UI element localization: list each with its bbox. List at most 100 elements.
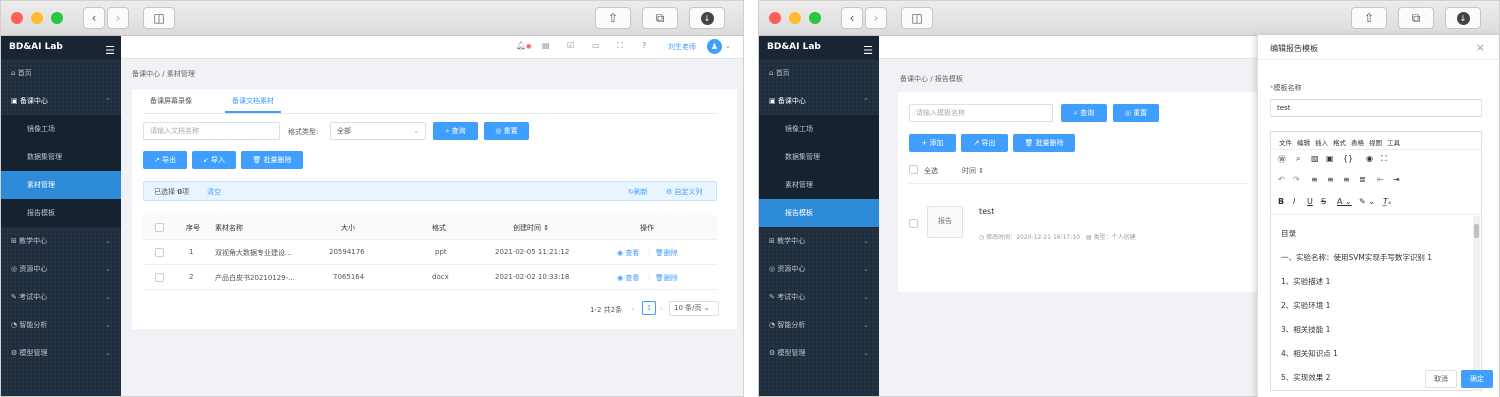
indent-icon[interactable]: ⇥ [1393, 175, 1400, 184]
sidebar-item-model[interactable]: ⚙ 模型管理 ⌄ [759, 339, 879, 367]
menu-insert[interactable]: 插入 [1315, 137, 1328, 147]
refresh-link[interactable]: ↻刷新 [628, 187, 648, 197]
sidebar-item-home[interactable]: ⌂ 首页 [759, 59, 879, 87]
align-right-icon[interactable]: ≡ [1343, 175, 1350, 184]
media-icon[interactable]: ▣ [1326, 154, 1334, 163]
custom-columns-link[interactable]: ⚙ 自定义列 [666, 187, 703, 197]
confirm-button[interactable]: 确定 [1461, 370, 1493, 388]
share-button[interactable]: ⇧ [1351, 7, 1387, 29]
sidebar-item-teaching[interactable]: ⊞ 教学中心 ⌄ [1, 227, 121, 255]
sidebar-item-home[interactable]: ⌂ 首页 [1, 59, 121, 87]
forward-button[interactable]: › [107, 7, 129, 29]
row-checkbox[interactable] [155, 273, 164, 282]
clear-link[interactable]: 清空 [207, 187, 221, 197]
import-button[interactable]: ↙ 导入 [192, 151, 236, 169]
tab-video[interactable]: 备课屏幕录像 [150, 96, 192, 106]
editor-content[interactable]: 目录 一、实验名称：使用SVM实现手写数字识别 1 1、实验描述 1 2、实验环… [1271, 216, 1473, 391]
underline-icon[interactable]: U [1307, 197, 1313, 206]
time-sort[interactable]: 时间 ⇕ [962, 166, 984, 176]
select-all-checkbox[interactable] [909, 165, 918, 174]
back-button[interactable]: ‹ [841, 7, 863, 29]
export-button[interactable]: ↗ 导出 [143, 151, 187, 169]
delete-link[interactable]: 🗑︎删除 [655, 273, 678, 283]
code-icon[interactable]: {} [1343, 154, 1353, 163]
bell-icon[interactable]: 🔔︎● [516, 41, 531, 50]
clear-format-icon[interactable]: T̲ₓ [1383, 197, 1391, 206]
minimize-window-button[interactable] [789, 12, 801, 24]
word-icon[interactable]: Ⓦ [1278, 154, 1286, 165]
sidebar-item-report[interactable]: 报告模板 [1, 199, 121, 227]
sidebar-item-exam[interactable]: ✎ 考试中心 ⌄ [759, 283, 879, 311]
search-icon[interactable]: ⌕ [1296, 154, 1300, 164]
batch-delete-button[interactable]: 🗑︎ 批量删除 [1013, 134, 1075, 152]
editor-scrollbar[interactable] [1473, 216, 1480, 391]
align-left-icon[interactable]: ≡ [1311, 175, 1318, 184]
sidebar-toggle-button[interactable]: ◫ [901, 7, 933, 29]
view-link[interactable]: ◉ 查看 [617, 248, 639, 258]
sidebar-item-prep[interactable]: ▣ 备课中心 ⌃ [1, 87, 121, 115]
download-button[interactable]: ↓ [1445, 7, 1481, 29]
export-button[interactable]: ↗ 导出 [961, 134, 1008, 152]
next-page-icon[interactable]: › [660, 305, 663, 313]
align-center-icon[interactable]: ≡ [1327, 175, 1334, 184]
add-button[interactable]: + 添加 [909, 134, 956, 152]
undo-icon[interactable]: ↶ [1278, 175, 1285, 184]
help-icon[interactable]: ? [642, 41, 646, 50]
strikethrough-icon[interactable]: S [1321, 197, 1326, 206]
zoom-window-button[interactable] [809, 12, 821, 24]
sidebar-item-material[interactable]: 素材管理 [759, 171, 879, 199]
outdent-icon[interactable]: ⇤ [1377, 175, 1384, 184]
batch-delete-button[interactable]: 🗑︎ 批量删除 [241, 151, 303, 169]
calendar-icon[interactable]: ▤ [542, 41, 550, 50]
share-button[interactable]: ⇧ [595, 7, 631, 29]
search-input[interactable]: 请输入模板名称 [909, 104, 1053, 122]
tabs-button[interactable]: ⧉ [1398, 7, 1434, 29]
sidebar-item-dataset[interactable]: 数据集管理 [1, 143, 121, 171]
close-window-button[interactable] [769, 12, 781, 24]
highlight-icon[interactable]: ✎ ⌄ [1359, 197, 1375, 206]
redo-icon[interactable]: ↷ [1293, 175, 1300, 184]
menu-tools[interactable]: 工具 [1387, 137, 1400, 147]
avatar[interactable]: ♟ [707, 39, 722, 54]
page-size-select[interactable]: 10 条/页 ⌄ [669, 301, 719, 316]
download-button[interactable]: ↓ [689, 7, 725, 29]
sidebar-item-mirror[interactable]: 镜像工场 [759, 115, 879, 143]
sidebar-item-prep[interactable]: ▣ 备课中心 ⌃ [759, 87, 879, 115]
prev-page-icon[interactable]: ‹ [631, 305, 634, 313]
sidebar-item-resource[interactable]: ◎ 资源中心 ⌄ [759, 255, 879, 283]
menu-format[interactable]: 格式 [1333, 137, 1346, 147]
sidebar-item-resource[interactable]: ◎ 资源中心 ⌄ [1, 255, 121, 283]
close-window-button[interactable] [11, 12, 23, 24]
sidebar-item-teaching[interactable]: ⊞ 教学中心 ⌄ [759, 227, 879, 255]
forward-button[interactable]: › [865, 7, 887, 29]
item-title[interactable]: test [979, 207, 994, 216]
type-select[interactable]: 全部 ⌄ [330, 122, 426, 140]
query-button[interactable]: ⌕ 查询 [1061, 104, 1107, 122]
fullscreen-icon[interactable]: ⛶ [1381, 154, 1387, 164]
sidebar-item-material[interactable]: 素材管理 [1, 171, 121, 199]
sidebar-item-exam[interactable]: ✎ 考试中心 ⌄ [1, 283, 121, 311]
row-checkbox[interactable] [155, 248, 164, 257]
menu-edit[interactable]: 编辑 [1297, 137, 1310, 147]
back-button[interactable]: ‹ [83, 7, 105, 29]
menu-view[interactable]: 视图 [1369, 137, 1382, 147]
font-color-icon[interactable]: A ⌄ [1337, 197, 1352, 206]
tabs-button[interactable]: ⧉ [642, 7, 678, 29]
reset-button[interactable]: ◎ 重置 [484, 122, 529, 140]
search-input[interactable]: 请输入文档名称 [143, 122, 280, 140]
image-icon[interactable]: ▨ [1311, 154, 1319, 163]
delete-link[interactable]: 🗑︎删除 [655, 248, 678, 258]
item-checkbox[interactable] [909, 219, 918, 228]
scrollbar-thumb[interactable] [1474, 224, 1479, 238]
user-name[interactable]: 刘生老师 [668, 42, 696, 52]
query-button[interactable]: ⌕ 查询 [433, 122, 478, 140]
sidebar-item-model[interactable]: ⚙ 模型管理 ⌄ [1, 339, 121, 367]
bold-icon[interactable]: B [1278, 197, 1284, 206]
document-icon[interactable]: ▭ [592, 41, 600, 50]
close-icon[interactable]: × [1476, 41, 1485, 54]
tab-doc[interactable]: 备课文档素材 [232, 96, 274, 106]
sidebar-item-dataset[interactable]: 数据集管理 [759, 143, 879, 171]
sort-created-time[interactable]: 创建时间 ⇕ [513, 223, 549, 233]
italic-icon[interactable]: I [1293, 197, 1295, 206]
sidebar-item-report[interactable]: 报告模板 [759, 199, 879, 227]
